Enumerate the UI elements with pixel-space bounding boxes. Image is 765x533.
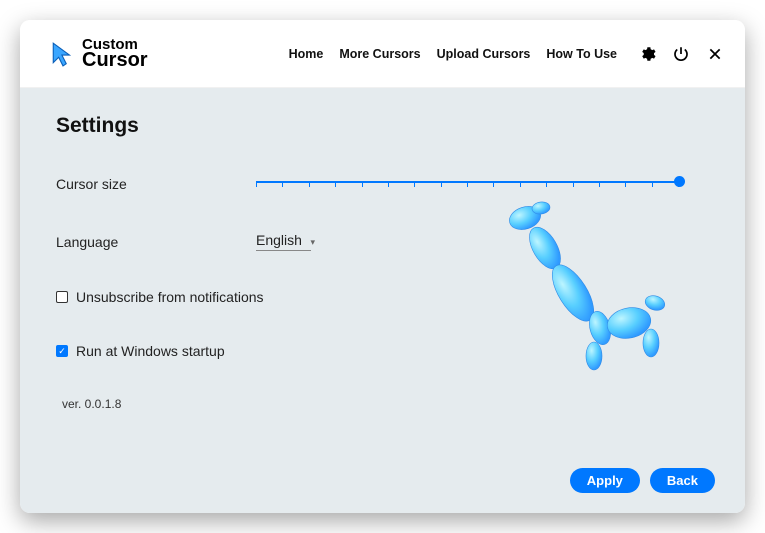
version-text: ver. 0.0.1.8 — [62, 397, 709, 411]
language-value: English — [256, 232, 302, 248]
nav-upload-cursors[interactable]: Upload Cursors — [437, 47, 531, 61]
settings-icon[interactable] — [637, 44, 657, 64]
nav-icons — [637, 44, 725, 64]
body: Settings Cursor size Language English ▾ … — [20, 88, 745, 513]
cursor-size-label: Cursor size — [56, 176, 256, 192]
nav: Home More Cursors Upload Cursors How To … — [289, 44, 725, 64]
nav-home[interactable]: Home — [289, 47, 324, 61]
app-window: Custom Cursor Home More Cursors Upload C… — [20, 20, 745, 513]
back-button[interactable]: Back — [650, 468, 715, 493]
logo-text: Custom Cursor — [82, 37, 148, 70]
power-icon[interactable] — [671, 44, 691, 64]
cursor-arrow-icon — [50, 41, 76, 67]
startup-row: ✓ Run at Windows startup — [56, 343, 709, 359]
page-title: Settings — [56, 114, 709, 138]
startup-checkbox[interactable]: ✓ — [56, 345, 68, 357]
language-select[interactable]: English ▾ — [256, 232, 311, 251]
unsubscribe-row: Unsubscribe from notifications — [56, 289, 709, 305]
slider-handle[interactable] — [674, 176, 685, 187]
unsubscribe-label: Unsubscribe from notifications — [76, 289, 264, 305]
cursor-size-slider[interactable] — [256, 174, 709, 194]
slider-ticks — [256, 178, 679, 187]
startup-label: Run at Windows startup — [76, 343, 225, 359]
apply-button[interactable]: Apply — [570, 468, 640, 493]
nav-how-to-use[interactable]: How To Use — [546, 47, 617, 61]
logo-line-2: Cursor — [82, 50, 148, 70]
language-label: Language — [56, 234, 256, 250]
header: Custom Cursor Home More Cursors Upload C… — [20, 20, 745, 88]
unsubscribe-checkbox[interactable] — [56, 291, 68, 303]
chevron-down-icon: ▾ — [310, 237, 315, 248]
nav-more-cursors[interactable]: More Cursors — [339, 47, 420, 61]
language-row: Language English ▾ — [56, 232, 709, 251]
close-icon[interactable] — [705, 44, 725, 64]
logo[interactable]: Custom Cursor — [50, 37, 148, 70]
cursor-size-row: Cursor size — [56, 174, 709, 194]
footer-buttons: Apply Back — [570, 468, 715, 493]
